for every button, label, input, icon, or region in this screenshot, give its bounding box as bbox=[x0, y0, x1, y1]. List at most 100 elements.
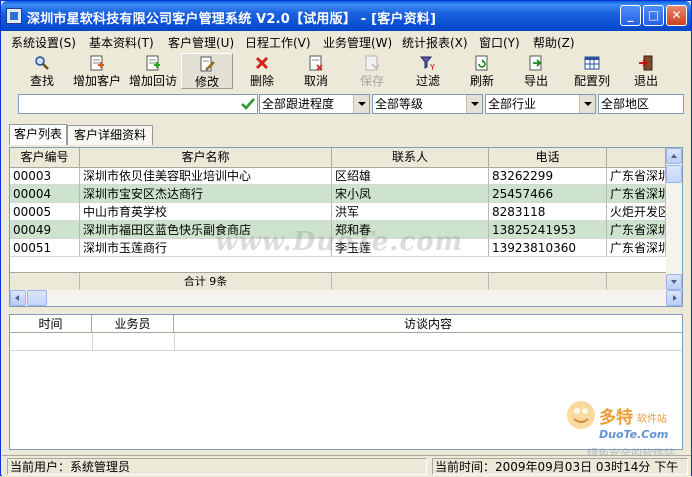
cell-address: 广东省深圳 bbox=[607, 221, 666, 239]
cell-id: 00049 bbox=[10, 221, 80, 239]
close-icon: ✕ bbox=[671, 8, 682, 22]
filter-button[interactable]: Y 过滤 bbox=[403, 53, 453, 89]
level-select[interactable]: 全部等级 bbox=[372, 94, 483, 114]
column-header-address[interactable] bbox=[607, 148, 666, 167]
exit-button[interactable]: 退出 bbox=[621, 53, 671, 89]
cell-phone: 13825241953 bbox=[489, 221, 607, 239]
search-input[interactable] bbox=[18, 94, 258, 114]
search-icon bbox=[35, 56, 49, 70]
progress-select[interactable]: 全部跟进程度 bbox=[259, 94, 370, 114]
cell-contact: 洪军 bbox=[332, 203, 489, 221]
table-header: 客户编号 客户名称 联系人 电话 bbox=[10, 148, 666, 168]
watermark-text: www.DuoTe.com bbox=[215, 227, 464, 257]
delete-button[interactable]: 删除 bbox=[237, 53, 287, 89]
cell-name: 中山市育英学校 bbox=[80, 203, 332, 221]
status-current-user: 当前用户：系统管理员 bbox=[7, 458, 427, 475]
cell-phone: 13923810360 bbox=[489, 239, 607, 257]
cancel-button[interactable]: 取消 bbox=[291, 53, 341, 89]
column-header-id[interactable]: 客户编号 bbox=[10, 148, 80, 167]
chevron-down-icon bbox=[579, 95, 595, 113]
add-visit-icon bbox=[146, 55, 160, 71]
configure-columns-button[interactable]: 配置列 bbox=[565, 53, 619, 89]
chevron-down-icon bbox=[466, 95, 482, 113]
refresh-icon bbox=[475, 55, 488, 71]
total-count: 合计 9条 bbox=[80, 273, 332, 291]
menu-bar: 系统设置(S) 基本资料(T) 客户管理(U) 日程工作(V) 业务管理(W) … bbox=[2, 31, 691, 51]
cell-phone: 8283118 bbox=[489, 203, 607, 221]
filter-row: 全部跟进程度 全部等级 全部行业 全部地区 bbox=[9, 94, 687, 116]
table-row[interactable]: 00003 深圳市依贝佳美容职业培训中心 区绍雄 83262299 广东省深圳 bbox=[10, 167, 666, 185]
column-header-contact[interactable]: 联系人 bbox=[332, 148, 489, 167]
title-bar[interactable]: 深圳市星软科技有限公司客户管理系统 V2.0【试用版】 - [客户资料] _ □… bbox=[1, 1, 691, 31]
save-icon bbox=[365, 55, 380, 71]
horizontal-scrollbar[interactable] bbox=[10, 290, 682, 306]
scroll-thumb[interactable] bbox=[666, 165, 682, 183]
scroll-right-icon[interactable] bbox=[666, 290, 682, 306]
add-visit-button[interactable]: 增加回访 bbox=[125, 53, 181, 89]
chevron-down-icon bbox=[353, 95, 369, 113]
column-header-phone[interactable]: 电话 bbox=[489, 148, 607, 167]
menu-schedule[interactable]: 日程工作(V) bbox=[245, 34, 311, 51]
toolbar: 查找 增加客户 增加回访 修改 删除 取消 保存 Y 过滤 刷新 导出 配置列 … bbox=[7, 51, 687, 91]
export-icon bbox=[529, 55, 542, 71]
table-row[interactable]: 00004 深圳市宝安区杰达商行 宋小凤 25457466 广东省深圳 bbox=[10, 185, 666, 203]
menu-customer-management[interactable]: 客户管理(U) bbox=[168, 34, 234, 51]
scroll-down-icon[interactable] bbox=[666, 274, 682, 290]
cell-id: 00003 bbox=[10, 167, 80, 185]
svg-text:Y: Y bbox=[429, 63, 435, 71]
cell-name: 深圳市依贝佳美容职业培训中心 bbox=[80, 167, 332, 185]
filter-icon: Y bbox=[420, 56, 435, 71]
logo-text-cn: 多特 bbox=[599, 408, 633, 428]
menu-business-management[interactable]: 业务管理(W) bbox=[323, 34, 392, 51]
industry-select[interactable]: 全部行业 bbox=[485, 94, 596, 114]
column-header-time[interactable]: 时间 bbox=[10, 315, 92, 333]
table-footer: 合计 9条 bbox=[10, 272, 666, 291]
menu-window[interactable]: 窗口(Y) bbox=[479, 34, 520, 51]
refresh-button[interactable]: 刷新 bbox=[457, 53, 507, 89]
edit-button[interactable]: 修改 bbox=[181, 53, 233, 89]
export-button[interactable]: 导出 bbox=[511, 53, 561, 89]
column-header-salesperson[interactable]: 业务员 bbox=[92, 315, 174, 333]
scroll-up-icon[interactable] bbox=[666, 148, 682, 164]
maximize-button[interactable]: □ bbox=[643, 5, 664, 26]
close-button[interactable]: ✕ bbox=[666, 5, 687, 26]
status-bar: 当前用户：系统管理员 当前时间：2009年09月03日 03时14分 下午 bbox=[2, 455, 691, 477]
cell-name: 深圳市宝安区杰达商行 bbox=[80, 185, 332, 203]
tab-customer-details[interactable]: 客户详细资料 bbox=[67, 125, 153, 145]
cell-address: 广东省深圳 bbox=[607, 167, 666, 185]
minimize-icon: _ bbox=[627, 8, 634, 22]
row-divider bbox=[10, 350, 682, 351]
add-customer-button[interactable]: 增加客户 bbox=[69, 53, 125, 89]
scroll-thumb[interactable] bbox=[27, 290, 47, 306]
app-icon[interactable] bbox=[6, 8, 22, 24]
minimize-button[interactable]: _ bbox=[620, 5, 641, 26]
vertical-scrollbar[interactable] bbox=[666, 148, 682, 290]
cell-contact: 宋小凤 bbox=[332, 185, 489, 203]
menu-system-settings[interactable]: 系统设置(S) bbox=[11, 34, 76, 51]
menu-basic-data[interactable]: 基本资料(T) bbox=[89, 34, 154, 51]
cancel-icon bbox=[309, 55, 323, 71]
search-button[interactable]: 查找 bbox=[17, 53, 67, 89]
splitter[interactable] bbox=[9, 309, 683, 313]
column-header-name[interactable]: 客户名称 bbox=[80, 148, 332, 167]
add-customer-icon bbox=[90, 55, 104, 71]
save-button[interactable]: 保存 bbox=[347, 53, 397, 89]
column-header-interview[interactable]: 访谈内容 bbox=[174, 315, 682, 333]
maximize-icon: □ bbox=[647, 8, 660, 22]
menu-reports[interactable]: 统计报表(X) bbox=[402, 34, 468, 51]
window-title: 深圳市星软科技有限公司客户管理系统 V2.0【试用版】 - [客户资料] bbox=[27, 12, 437, 27]
cell-id: 00005 bbox=[10, 203, 80, 221]
scroll-left-icon[interactable] bbox=[10, 290, 26, 306]
cell-id: 00051 bbox=[10, 239, 80, 257]
check-icon[interactable] bbox=[240, 96, 256, 112]
tab-customer-list[interactable]: 客户列表 bbox=[9, 124, 67, 145]
region-select[interactable]: 全部地区 bbox=[598, 94, 684, 114]
configure-columns-icon bbox=[584, 56, 600, 70]
main-window: 深圳市星软科技有限公司客户管理系统 V2.0【试用版】 - [客户资料] _ □… bbox=[0, 0, 692, 477]
status-current-time: 当前时间：2009年09月03日 03时14分 下午 bbox=[432, 458, 688, 475]
logo-text-en: DuoTe.Com bbox=[599, 428, 669, 441]
cell-phone: 25457466 bbox=[489, 185, 607, 203]
menu-help[interactable]: 帮助(Z) bbox=[533, 34, 575, 51]
table-row[interactable]: 00005 中山市育英学校 洪军 8283118 火炬开发区 bbox=[10, 203, 666, 221]
logo-text-small: 软件站 bbox=[637, 414, 667, 425]
